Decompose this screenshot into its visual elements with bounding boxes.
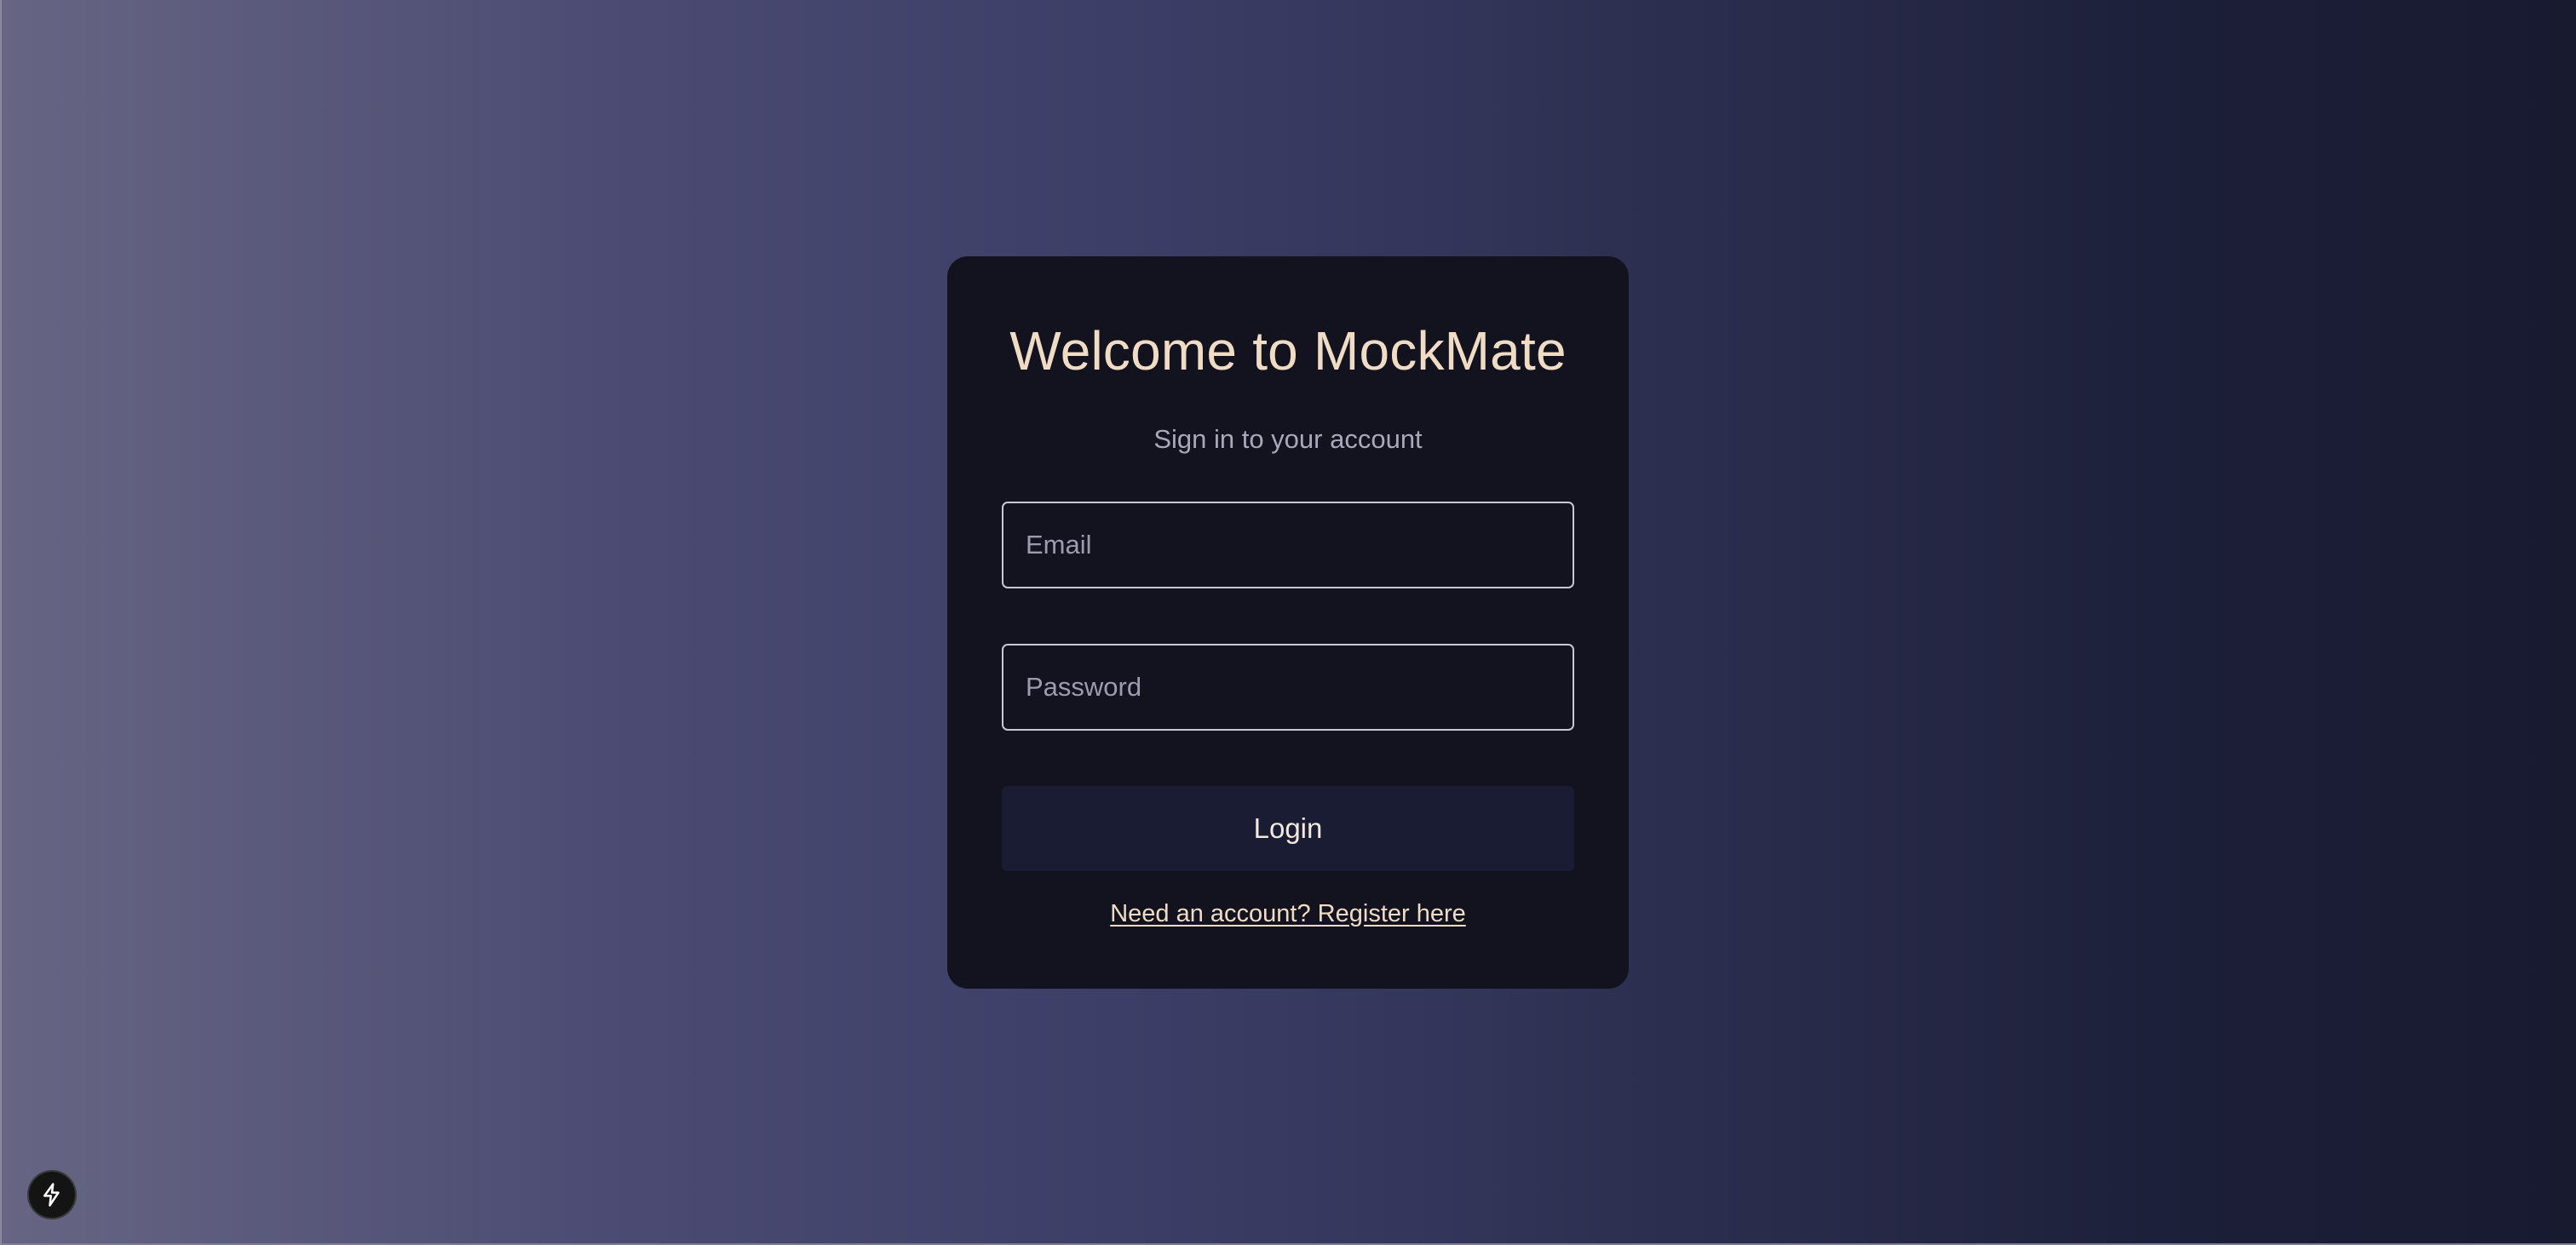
password-input[interactable]: [1002, 644, 1574, 731]
register-link[interactable]: Need an account? Register here: [947, 900, 1629, 928]
email-input[interactable]: [1002, 502, 1574, 588]
page-title: Welcome to MockMate: [1009, 320, 1567, 382]
dev-tools-badge[interactable]: [27, 1170, 77, 1219]
login-button[interactable]: Login: [1002, 786, 1574, 871]
subtitle: Sign in to your account: [1153, 424, 1423, 454]
bolt-icon: [43, 1183, 60, 1207]
login-card: Welcome to MockMate Sign in to your acco…: [947, 256, 1629, 989]
